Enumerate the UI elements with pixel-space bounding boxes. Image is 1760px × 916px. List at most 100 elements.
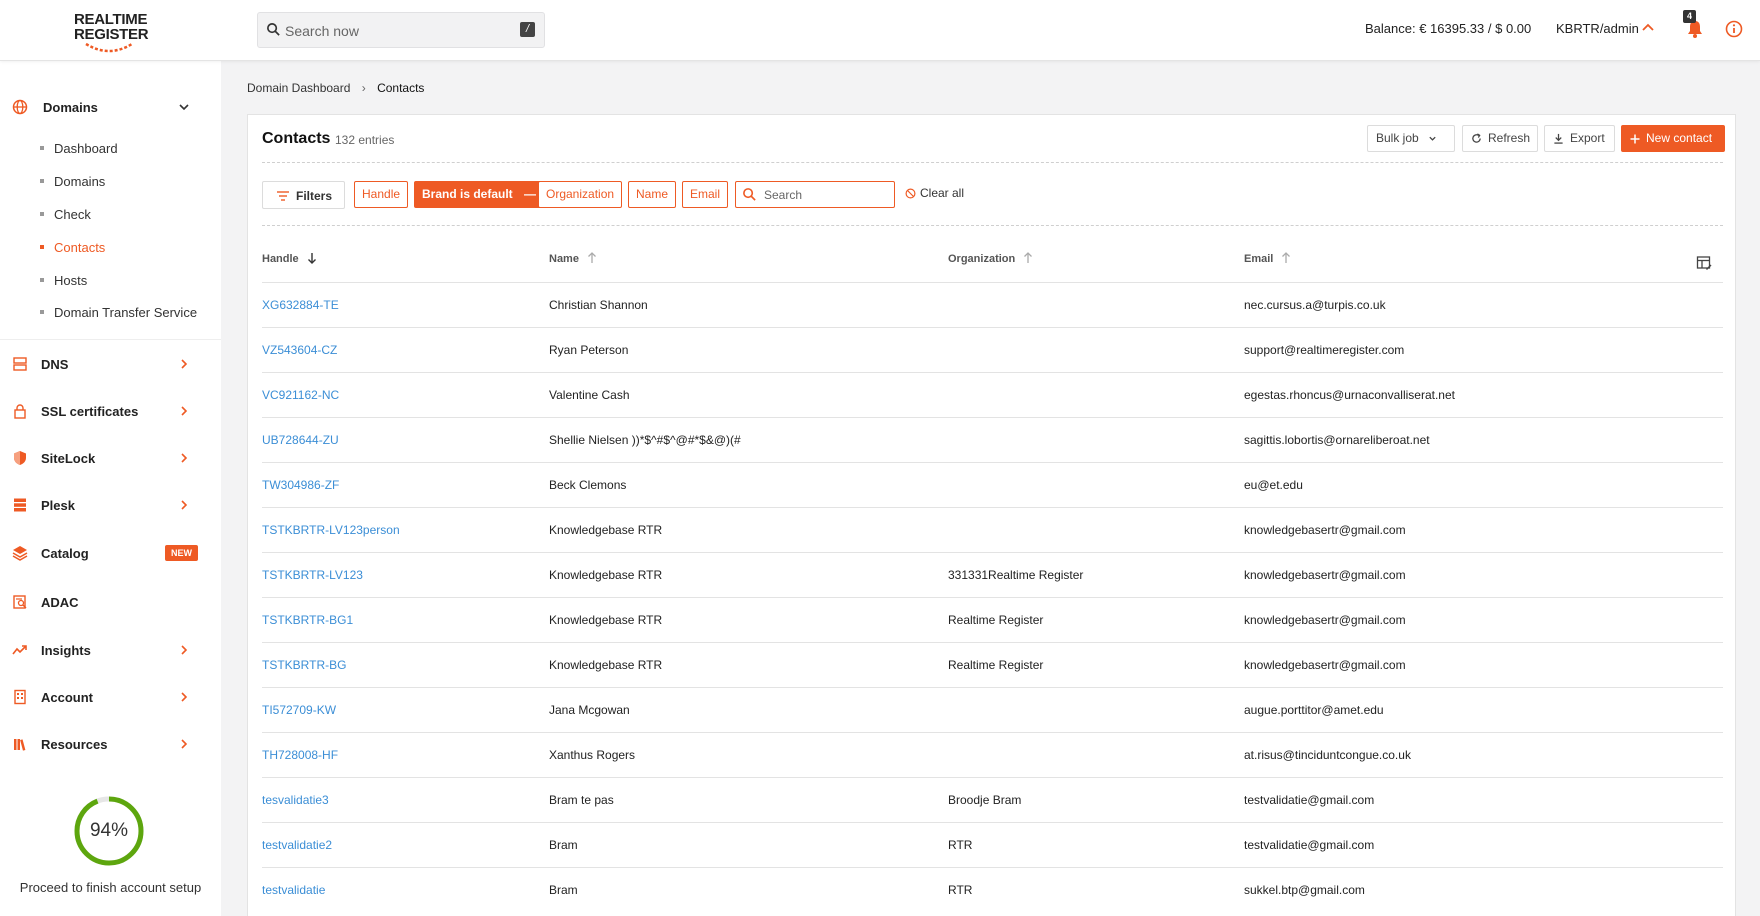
cell-name: Shellie Nielsen ))*$^#$^@#*$&@)(# — [549, 433, 741, 447]
cell-organization: RTR — [948, 838, 973, 852]
cell-handle[interactable]: TW304986-ZF — [262, 478, 339, 492]
sidebar-item-label: Catalog — [41, 546, 89, 561]
filter-chip-name[interactable]: Name — [628, 181, 677, 208]
cell-handle[interactable]: VZ543604-CZ — [262, 343, 337, 357]
logo[interactable]: REALTIME REGISTER — [74, 11, 149, 60]
sidebar-sub-label: Contacts — [54, 240, 106, 255]
cell-handle[interactable]: testvalidatie — [262, 883, 325, 897]
sidebar-item-resources[interactable]: Resources — [0, 724, 221, 764]
bulk-job-label: Bulk job — [1376, 131, 1419, 145]
table-row[interactable]: testvalidatie2 Bram RTR testvalidatie@gmail… — [262, 822, 1723, 867]
page-title: Contacts — [262, 130, 331, 147]
table-row[interactable]: XG632884-TE Christian Shannon nec.cursus.a… — [262, 282, 1723, 327]
sidebar-item-domains[interactable]: Domains — [0, 87, 221, 127]
chevron-right-icon — [181, 645, 188, 655]
cell-handle[interactable]: TSTKBRTR-LV123person — [262, 523, 400, 537]
lock-icon — [14, 404, 26, 419]
sidebar-item-plesk[interactable]: Plesk — [0, 485, 221, 525]
cell-handle[interactable]: TSTKBRTR-BG — [262, 658, 346, 672]
sidebar-item-insights[interactable]: Insights — [0, 630, 221, 670]
breadcrumb-parent[interactable]: Domain Dashboard — [247, 81, 350, 95]
chevron-right-icon — [181, 453, 188, 463]
table-row[interactable]: TSTKBRTR-BG1 Knowledgebase RTR Realtime Re… — [262, 597, 1723, 642]
cell-handle[interactable]: UB728644-ZU — [262, 433, 339, 447]
cell-handle[interactable]: TSTKBRTR-BG1 — [262, 613, 353, 627]
cell-email: nec.cursus.a@turpis.co.uk — [1244, 298, 1386, 312]
filter-chip-brand-default[interactable]: Brand is default — — [414, 181, 545, 208]
sidebar: Domains Dashboard Domains Check Contacts… — [0, 61, 221, 916]
table-row[interactable]: TSTKBRTR-LV123 Knowledgebase RTR 331331Rea… — [262, 552, 1723, 597]
cell-handle[interactable]: TSTKBRTR-LV123 — [262, 568, 363, 582]
column-settings-icon[interactable] — [1696, 255, 1712, 271]
breadcrumb-separator-icon: › — [361, 81, 366, 95]
user-menu[interactable]: KBRTR/admin — [1556, 21, 1639, 36]
cell-email: sukkel.btp@gmail.com — [1244, 883, 1365, 897]
column-header-email[interactable]: Email — [1244, 252, 1291, 265]
refresh-label: Refresh — [1488, 131, 1531, 145]
sidebar-item-catalog[interactable]: Catalog NEW — [0, 533, 221, 573]
table-row[interactable]: testvalidatie Bram RTR sukkel.btp@gmail.com — [262, 867, 1723, 912]
column-header-name[interactable]: Name — [549, 252, 597, 265]
table-row[interactable]: TH728008-HF Xanthus Rogers at.risus@tincid… — [262, 732, 1723, 777]
new-contact-button[interactable]: New contact — [1621, 125, 1725, 152]
column-header-label: Name — [549, 253, 579, 265]
filter-chip-organization[interactable]: Organization — [538, 181, 623, 208]
refresh-icon — [1472, 133, 1481, 144]
chevron-up-icon[interactable] — [1641, 22, 1655, 32]
table-row[interactable]: VZ543604-CZ Ryan Peterson support@realtime… — [262, 327, 1723, 372]
divider — [262, 162, 1723, 163]
cell-name: Knowledgebase RTR — [549, 658, 663, 672]
cell-handle[interactable]: testvalidatie2 — [262, 838, 332, 852]
trend-icon — [12, 645, 27, 655]
table-row[interactable]: UB728644-ZU Shellie Nielsen ))*$^#$^@#*$&… — [262, 417, 1723, 462]
sidebar-item-label: ADAC — [41, 595, 79, 610]
logo-line-1: REALTIME — [74, 11, 148, 28]
sidebar-item-ssl-certificates[interactable]: SSL certificates — [0, 391, 221, 431]
bulk-job-button[interactable]: Bulk job — [1367, 125, 1455, 152]
remove-filter-icon[interactable]: — — [524, 187, 536, 201]
column-header-handle[interactable]: Handle — [262, 252, 317, 265]
cell-name: Valentine Cash — [549, 388, 630, 402]
cell-handle[interactable]: TI572709-KW — [262, 703, 336, 717]
server-icon — [13, 357, 27, 371]
cell-handle[interactable]: tesvalidatie3 — [262, 793, 329, 807]
clear-all-button[interactable]: Clear all — [905, 186, 964, 200]
table-row[interactable]: TSTKBRTR-LV123person Knowledgebase RTR kno… — [262, 507, 1723, 552]
bullet — [40, 179, 44, 183]
table-row[interactable]: tesvalidatie3 Bram te pas Broodje Bram test… — [262, 777, 1723, 822]
info-icon[interactable] — [1725, 20, 1743, 38]
global-search[interactable]: Search now / — [257, 12, 545, 48]
table-row[interactable]: TI572709-KW Jana Mcgowan augue.porttitor@a… — [262, 687, 1723, 732]
export-button[interactable]: Export — [1544, 125, 1615, 152]
table-row[interactable]: VC921162-NC Valentine Cash egestas.rhoncus… — [262, 372, 1723, 417]
search-icon — [267, 23, 280, 36]
sidebar-item-adac[interactable]: ADAC — [0, 582, 221, 622]
cell-handle[interactable]: XG632884-TE — [262, 298, 339, 312]
cell-name: Beck Clemons — [549, 478, 627, 492]
filter-search-field[interactable] — [735, 181, 895, 208]
cell-handle[interactable]: VC921162-NC — [262, 388, 339, 402]
cell-email: testvalidatie@gmail.com — [1244, 838, 1375, 852]
cell-name: Ryan Peterson — [549, 343, 629, 357]
filters-button[interactable]: Filters — [262, 181, 345, 209]
sidebar-item-dns[interactable]: DNS — [0, 344, 221, 384]
filter-search-input[interactable] — [764, 186, 889, 204]
globe-icon — [12, 99, 28, 115]
breadcrumb-current: Contacts — [377, 81, 425, 95]
cell-handle[interactable]: TH728008-HF — [262, 748, 338, 762]
refresh-button[interactable]: Refresh — [1462, 125, 1538, 152]
building-icon — [14, 689, 26, 705]
sidebar-item-sitelock[interactable]: SiteLock — [0, 438, 221, 478]
chevron-right-icon — [181, 739, 188, 749]
breadcrumb: Domain Dashboard › Contacts — [247, 81, 424, 95]
arrow-up-icon — [1024, 252, 1033, 263]
filter-chip-handle[interactable]: Handle — [354, 181, 409, 208]
bullet — [40, 146, 44, 150]
column-header-organization[interactable]: Organization — [948, 252, 1033, 265]
sidebar-item-account[interactable]: Account — [0, 677, 221, 717]
table-row[interactable]: TSTKBRTR-BG Knowledgebase RTR Realtime Reg… — [262, 642, 1723, 687]
setup-progress-label[interactable]: Proceed to finish account setup — [0, 880, 221, 895]
table-row[interactable]: TW304986-ZF Beck Clemons eu@et.edu — [262, 462, 1723, 507]
new-contact-label: New contact — [1646, 131, 1713, 145]
filter-chip-email[interactable]: Email — [682, 181, 729, 208]
